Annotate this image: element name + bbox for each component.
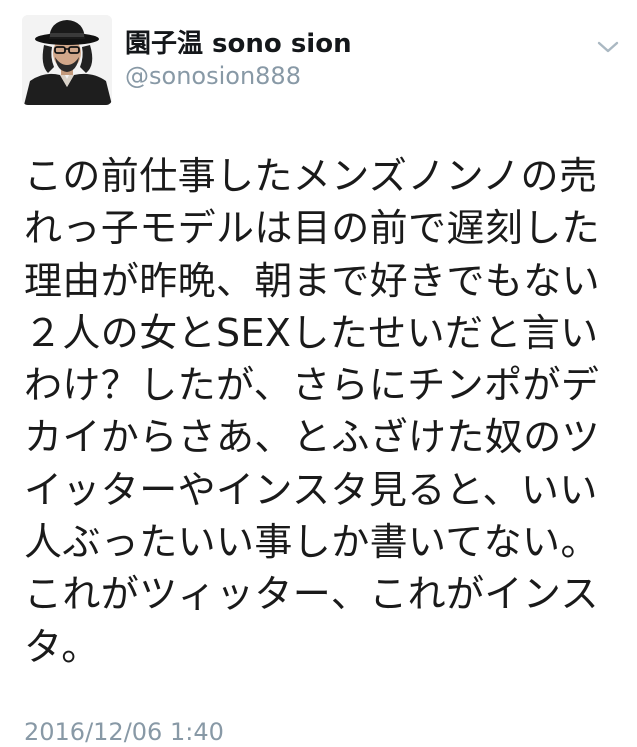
tweet-timestamp[interactable]: 2016/12/06 1:40 xyxy=(24,717,224,747)
tweet-text: この前仕事したメンズノンノの売 れっ子モデルは目の前で遅刻した 理由が昨晩、朝ま… xyxy=(24,154,601,669)
chevron-down-icon xyxy=(597,41,619,53)
tweet-menu-button[interactable] xyxy=(595,38,621,56)
avatar-image xyxy=(22,15,112,105)
tweet-card: 園子温 sono sion @sonosion888 この前仕事したメンズノンノ… xyxy=(0,0,637,746)
author-display-name[interactable]: 園子温 sono sion xyxy=(125,27,352,61)
tweet-header: 園子温 sono sion @sonosion888 xyxy=(125,27,352,91)
author-handle[interactable]: @sonosion888 xyxy=(125,61,352,91)
avatar[interactable] xyxy=(22,15,112,105)
